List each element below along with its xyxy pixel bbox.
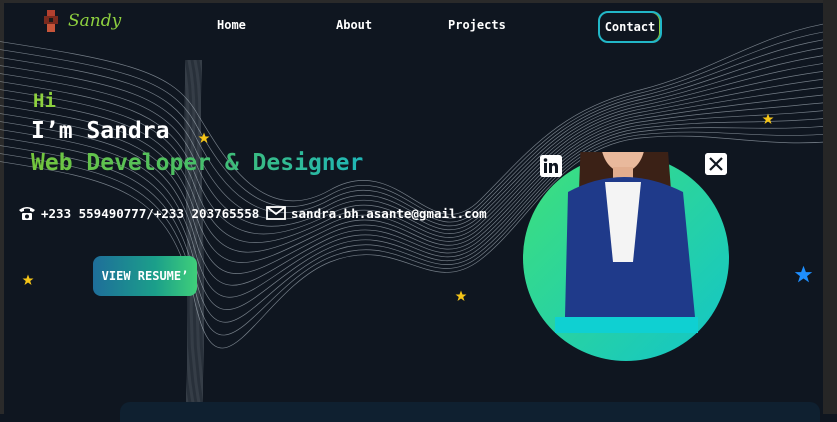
star-icon xyxy=(794,265,813,283)
wave-line xyxy=(188,59,192,414)
phone-number: +233 559490777/+233 203765558 xyxy=(41,205,260,221)
star-icon xyxy=(22,274,34,285)
window-frame-right xyxy=(823,0,837,414)
brand[interactable]: Sandy xyxy=(40,9,121,33)
wave-line xyxy=(184,59,189,414)
nav-home[interactable]: Home xyxy=(217,18,246,32)
star-icon xyxy=(455,290,467,301)
wave-line xyxy=(199,59,203,414)
email-address: sandra.bh.asante@gmail.com xyxy=(291,205,487,221)
bottom-section-card xyxy=(120,402,820,422)
wave-line xyxy=(185,59,190,414)
linkedin-link[interactable] xyxy=(540,155,562,177)
hero-name: I’m Sandra xyxy=(31,118,170,144)
linkedin-icon xyxy=(540,155,562,177)
phone-contact: +233 559490777/+233 203765558 xyxy=(18,205,259,221)
x-icon xyxy=(705,153,727,175)
mail-icon xyxy=(266,206,286,220)
nav-about[interactable]: About xyxy=(336,18,372,32)
phone-icon xyxy=(19,207,35,220)
email-contact[interactable]: sandra.bh.asante@gmail.com xyxy=(266,205,487,221)
window-frame-left xyxy=(0,0,4,414)
wave-line xyxy=(190,59,195,414)
profile-portrait xyxy=(523,152,729,361)
star-icon xyxy=(198,132,210,143)
hero-role: Web Developer & Designer xyxy=(31,150,364,176)
wave-line xyxy=(195,59,200,414)
wave-line xyxy=(193,59,197,414)
star-icon xyxy=(762,113,774,124)
wave-line xyxy=(189,59,194,414)
x-link[interactable] xyxy=(705,153,727,175)
wave-line xyxy=(196,59,201,414)
navbar: Sandy Home About Projects Contact xyxy=(0,0,837,50)
logo-icon xyxy=(44,10,58,32)
nav-contact-button[interactable]: Contact xyxy=(598,11,662,43)
wave-line xyxy=(194,59,198,414)
wave-line xyxy=(200,59,204,414)
wave-line xyxy=(197,59,202,414)
brand-name: Sandy xyxy=(68,11,122,31)
view-resume-button[interactable]: VIEW RESUME’ xyxy=(93,256,197,296)
wave-line xyxy=(187,59,191,414)
wave-line xyxy=(191,59,196,414)
nav-projects[interactable]: Projects xyxy=(448,18,506,32)
hero-greeting: Hi xyxy=(33,90,56,112)
